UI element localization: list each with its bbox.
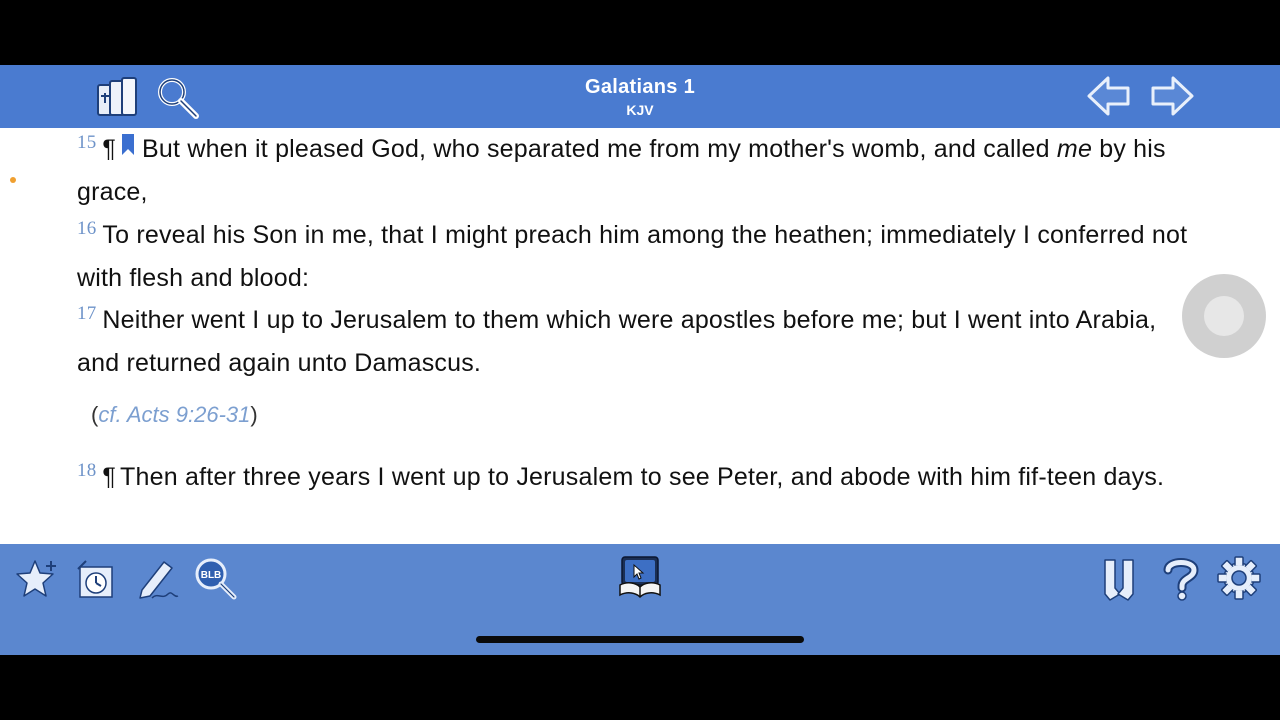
assistive-touch-inner: [1204, 296, 1244, 336]
home-indicator[interactable]: [476, 636, 804, 643]
verse-text: Neither went I up to Jerusalem to them w…: [77, 306, 1157, 377]
cross-reference: (cf. Acts 9:26-31): [91, 402, 258, 428]
bible-text-view[interactable]: 15 ¶ But when it pleased God, who separate…: [0, 128, 1280, 544]
margin-marker-dot: [10, 177, 16, 183]
verse-number[interactable]: 18: [77, 460, 96, 481]
forward-arrow-icon[interactable]: [1149, 74, 1195, 118]
favorite-star-icon[interactable]: [15, 557, 59, 601]
cross-reference-link[interactable]: cf. Acts 9:26-31: [98, 402, 250, 427]
verse-18[interactable]: 18 ¶ Then after three years I went up to J…: [77, 456, 1202, 499]
verse-16[interactable]: 16 To reveal his Son in me, that I might …: [77, 214, 1202, 300]
parallel-columns-icon[interactable]: [1097, 556, 1143, 602]
history-icon[interactable]: [74, 557, 118, 601]
app-screen: Galatians 1 KJV 15 ¶ But when it pleased…: [0, 0, 1280, 720]
paren-close: ): [250, 402, 258, 427]
blb-app-icon[interactable]: [618, 555, 662, 599]
verse-number[interactable]: 17: [77, 303, 96, 324]
svg-text:BLB: BLB: [201, 570, 222, 581]
back-arrow-icon[interactable]: [1086, 74, 1132, 118]
verse-number[interactable]: 16: [77, 218, 96, 239]
assistive-touch-button[interactable]: [1182, 274, 1266, 358]
verse-text: But when it pleased God, who separated m…: [142, 135, 1050, 163]
verse-text: To reveal his Son in me, that I might pr…: [77, 221, 1188, 292]
blb-search-icon[interactable]: BLB: [193, 556, 239, 602]
verse-text: Then after three years I went up to Jeru…: [120, 463, 1165, 491]
verse-17[interactable]: 17 Neither went I up to Jerusalem to them…: [77, 299, 1202, 385]
bibles-icon[interactable]: [96, 75, 142, 119]
search-icon[interactable]: [155, 75, 201, 121]
verse-number[interactable]: 15: [77, 132, 96, 153]
notes-pencil-icon[interactable]: [134, 556, 180, 602]
help-icon[interactable]: [1160, 556, 1202, 602]
paragraph-mark: ¶: [102, 463, 117, 491]
top-nav-bar: Galatians 1 KJV: [0, 65, 1280, 128]
verse-15[interactable]: 15 ¶ But when it pleased God, who separate…: [77, 128, 1202, 214]
bookmark-icon[interactable]: [120, 133, 136, 157]
settings-gear-icon[interactable]: [1216, 555, 1262, 601]
paragraph-mark: ¶: [102, 135, 117, 163]
verse-text-italic: me: [1056, 135, 1093, 163]
